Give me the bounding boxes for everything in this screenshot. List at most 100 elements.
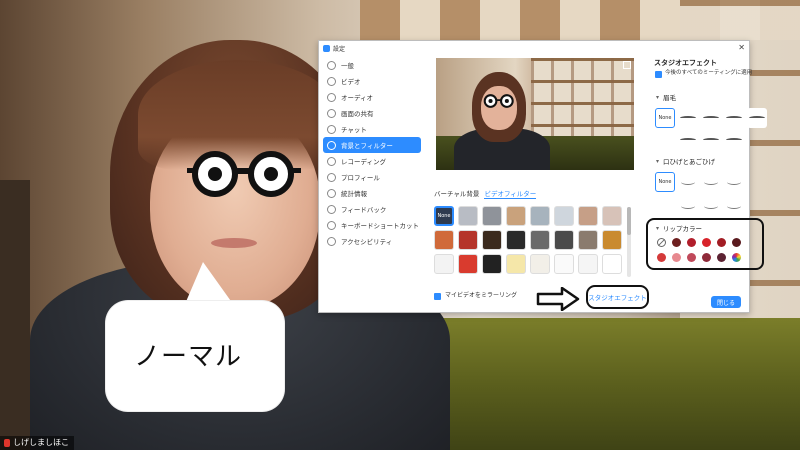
lip-color-swatch[interactable] [672, 238, 681, 247]
chat-icon [327, 124, 336, 134]
mustache-icon [704, 203, 718, 209]
feedback-icon [327, 204, 336, 214]
participant-name-tag: しげしましほこ [0, 436, 74, 450]
video-filter-option[interactable] [554, 230, 574, 250]
video-filter-option[interactable] [434, 254, 454, 274]
video-filter-option[interactable] [602, 206, 622, 226]
apply-all-checkbox[interactable] [655, 71, 662, 78]
eyebrow-none-option[interactable]: None [655, 108, 675, 128]
lip-color-swatch[interactable] [732, 238, 741, 247]
sidebar-item-6[interactable]: レコーディング [323, 153, 421, 169]
lip-color-custom-swatch[interactable] [732, 253, 741, 262]
eyebrow-options: None [655, 108, 767, 128]
eyebrows-section-header[interactable]: ▾ 眉毛 [656, 92, 677, 103]
eyebrow-option[interactable] [701, 130, 721, 150]
gear-icon [327, 60, 336, 70]
expand-preview-icon[interactable] [623, 61, 631, 69]
tab-virtual-background[interactable]: バーチャル背景 [434, 188, 479, 199]
video-filter-option[interactable] [554, 254, 574, 274]
video-filter-option[interactable] [482, 230, 502, 250]
mustache-option[interactable] [678, 196, 698, 216]
eyebrow-option[interactable] [724, 108, 744, 128]
video-filter-option[interactable] [530, 254, 550, 274]
eyebrow-option[interactable] [701, 108, 721, 128]
sidebar-item-5[interactable]: 背景とフィルター [323, 137, 421, 153]
lip-color-swatch[interactable] [687, 253, 696, 262]
video-filter-option[interactable] [530, 206, 550, 226]
video-filter-option[interactable] [458, 254, 478, 274]
eyebrow-option[interactable] [724, 130, 744, 150]
sidebar-item-11[interactable]: アクセシビリティ [323, 233, 421, 249]
sidebar-item-label: 一般 [341, 62, 354, 70]
sidebar-item-4[interactable]: チャット [323, 121, 421, 137]
eyebrow-option[interactable] [747, 108, 767, 128]
sidebar-item-2[interactable]: オーディオ [323, 89, 421, 105]
video-filter-option[interactable] [458, 230, 478, 250]
video-filter-option[interactable] [602, 230, 622, 250]
mustache-section-header[interactable]: ▾ 口ひげとあごひげ [656, 156, 715, 167]
preview-person-face [481, 86, 517, 130]
video-filter-option[interactable] [482, 206, 502, 226]
mirror-video-option[interactable]: マイビデオをミラーリング [434, 292, 534, 300]
preview-glasses-icon [483, 94, 514, 108]
lip-color-none-icon[interactable] [657, 238, 666, 247]
video-filter-option[interactable] [458, 206, 478, 226]
sidebar-item-label: フィードバック [341, 206, 387, 214]
mustache-option[interactable] [724, 196, 744, 216]
studio-effects-title: スタジオエフェクト [654, 59, 717, 67]
sidebar-item-0[interactable]: 一般 [323, 57, 421, 73]
video-filter-option[interactable] [578, 230, 598, 250]
tab-video-filter[interactable]: ビデオフィルター [484, 188, 537, 199]
lip-color-swatch[interactable] [717, 253, 726, 262]
eyebrow-icon [703, 116, 719, 120]
lip-color-swatch[interactable] [672, 253, 681, 262]
eyebrow-icon [726, 138, 742, 142]
apply-all-meetings-option[interactable]: 今後のすべてのミーティングに適用 [655, 70, 755, 78]
mustache-options-row2 [678, 196, 744, 216]
sidebar-item-3[interactable]: 画面の共有 [323, 105, 421, 121]
mirror-label: マイビデオをミラーリング [445, 292, 518, 299]
video-filter-option[interactable] [506, 206, 526, 226]
sidebar-item-10[interactable]: キーボードショートカット [323, 217, 421, 233]
lip-color-section-header[interactable]: ▾ リップカラー [656, 223, 702, 234]
video-filter-option[interactable] [506, 254, 526, 274]
mirror-checkbox[interactable] [434, 293, 441, 300]
eyebrow-icon [680, 116, 696, 120]
glasses-sticker-icon [187, 151, 301, 197]
mustache-option[interactable] [701, 196, 721, 216]
speech-bubble-text: ノーマル [134, 342, 243, 372]
lip-color-swatch[interactable] [657, 253, 666, 262]
mustache-option[interactable] [724, 172, 744, 192]
apply-all-label: 今後のすべてのミーティングに適用 [665, 70, 753, 76]
video-filter-option[interactable]: None [434, 206, 454, 226]
sidebar-item-9[interactable]: フィードバック [323, 201, 421, 217]
eyebrows-title: 眉毛 [663, 94, 677, 102]
sidebar-item-7[interactable]: プロフィール [323, 169, 421, 185]
lip-color-swatch[interactable] [702, 253, 711, 262]
video-filter-option[interactable] [530, 230, 550, 250]
video-filter-option[interactable] [602, 254, 622, 274]
eyebrow-option[interactable] [678, 130, 698, 150]
lip-color-swatch[interactable] [717, 238, 726, 247]
video-filter-option[interactable] [578, 254, 598, 274]
mustache-none-option[interactable]: None [655, 172, 675, 192]
video-icon [327, 76, 336, 86]
video-filter-option[interactable] [434, 230, 454, 250]
eyebrow-option[interactable] [678, 108, 698, 128]
video-filter-option[interactable] [554, 206, 574, 226]
sidebar-item-1[interactable]: ビデオ [323, 73, 421, 89]
studio-effects-button[interactable]: スタジオエフェクト [586, 285, 649, 309]
close-studio-button[interactable]: 閉じる [711, 296, 741, 308]
mustache-option[interactable] [701, 172, 721, 192]
profile-icon [327, 172, 336, 182]
window-close-button[interactable]: ✕ [738, 43, 745, 52]
filter-scrollbar-thumb[interactable] [627, 207, 631, 235]
video-filter-option[interactable] [578, 206, 598, 226]
mustache-option[interactable] [678, 172, 698, 192]
video-filter-option[interactable] [482, 254, 502, 274]
screen-share-icon [327, 108, 336, 118]
video-filter-option[interactable] [506, 230, 526, 250]
sidebar-item-8[interactable]: 統計情報 [323, 185, 421, 201]
lip-color-swatch[interactable] [687, 238, 696, 247]
lip-color-swatch[interactable] [702, 238, 711, 247]
